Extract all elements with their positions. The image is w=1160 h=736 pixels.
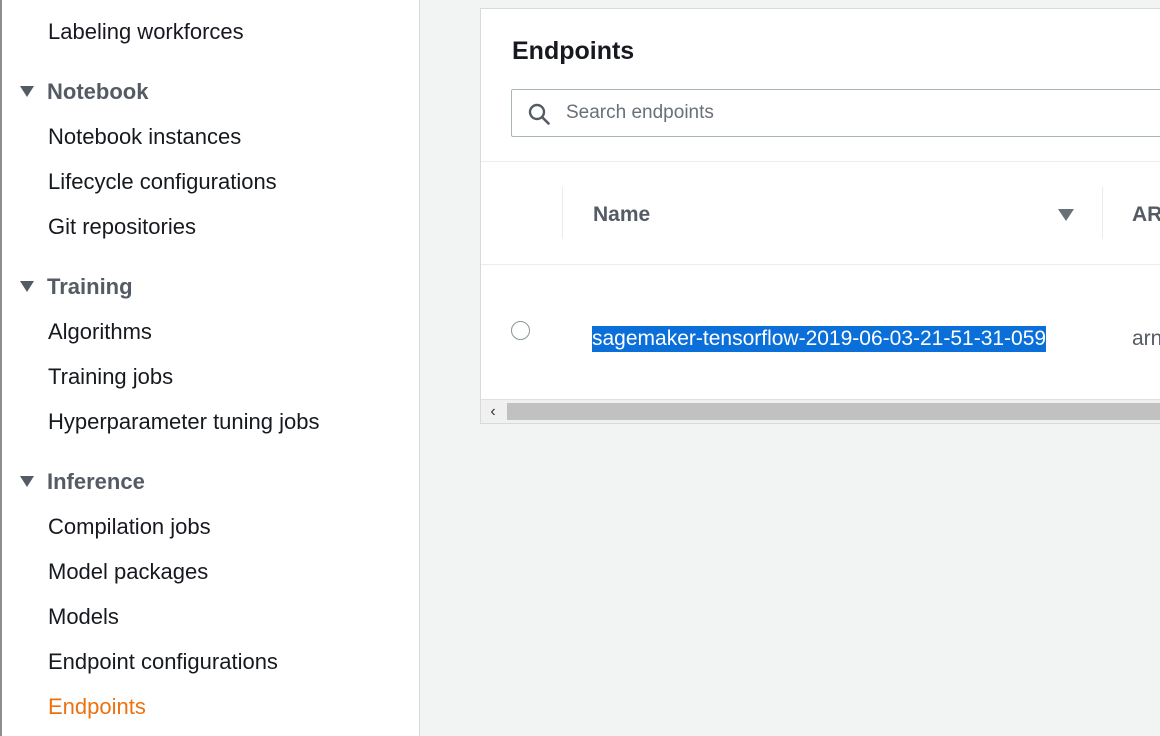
sidebar-section-notebook[interactable]: Notebook	[20, 79, 148, 105]
caret-down-icon	[20, 85, 34, 97]
sidebar-item-notebook-instances[interactable]: Notebook instances	[48, 124, 241, 150]
sidebar-item-hyperparameter-tuning-jobs[interactable]: Hyperparameter tuning jobs	[48, 409, 319, 435]
caret-down-icon	[20, 475, 34, 487]
caret-down-icon[interactable]	[1058, 209, 1074, 221]
page-title: Endpoints	[512, 37, 635, 65]
search-icon	[528, 103, 550, 125]
caret-down-icon	[20, 280, 34, 292]
sidebar-nav: Labeling workforces Notebook Notebook in…	[0, 0, 420, 736]
table-row[interactable]: sagemaker-tensorflow-2019-06-03-21-51-31…	[481, 265, 1160, 399]
sidebar-section-label: Inference	[47, 469, 145, 494]
sidebar-item-labeling-workforces[interactable]: Labeling workforces	[48, 19, 244, 45]
sidebar-item-endpoint-configurations[interactable]: Endpoint configurations	[48, 649, 278, 675]
endpoint-name-link[interactable]: sagemaker-tensorflow-2019-06-03-21-51-31…	[592, 326, 1047, 352]
sidebar-item-algorithms[interactable]: Algorithms	[48, 319, 152, 345]
sidebar-item-model-packages[interactable]: Model packages	[48, 559, 208, 585]
sidebar-item-lifecycle-configurations[interactable]: Lifecycle configurations	[48, 169, 277, 195]
endpoints-panel: Endpoints Name ARN sagemaker-tensorflow-…	[480, 8, 1160, 424]
sidebar-item-training-jobs[interactable]: Training jobs	[48, 364, 173, 390]
table-header: Name ARN	[481, 163, 1160, 264]
sidebar-section-training[interactable]: Training	[20, 274, 133, 300]
sidebar-section-label: Training	[47, 274, 133, 299]
sidebar-section-label: Notebook	[47, 79, 149, 104]
endpoint-arn: arn	[1132, 327, 1160, 350]
scrollbar-thumb[interactable]	[507, 403, 1160, 420]
sidebar-item-git-repositories[interactable]: Git repositories	[48, 214, 196, 240]
sidebar-item-models[interactable]: Models	[48, 604, 119, 630]
sidebar-section-inference[interactable]: Inference	[20, 469, 145, 495]
column-separator	[562, 187, 563, 239]
search-box[interactable]	[511, 89, 1160, 137]
sidebar-item-compilation-jobs[interactable]: Compilation jobs	[48, 514, 211, 540]
row-radio-button[interactable]	[511, 321, 530, 340]
horizontal-scrollbar[interactable]: ‹	[481, 399, 1160, 423]
divider	[481, 161, 1160, 162]
column-separator	[1102, 187, 1103, 239]
column-header-name[interactable]: Name	[593, 203, 650, 227]
column-header-arn[interactable]: ARN	[1132, 203, 1160, 227]
chevron-left-icon[interactable]: ‹	[481, 400, 505, 423]
search-input[interactable]	[566, 90, 1160, 136]
sidebar-item-endpoints[interactable]: Endpoints	[48, 694, 146, 720]
